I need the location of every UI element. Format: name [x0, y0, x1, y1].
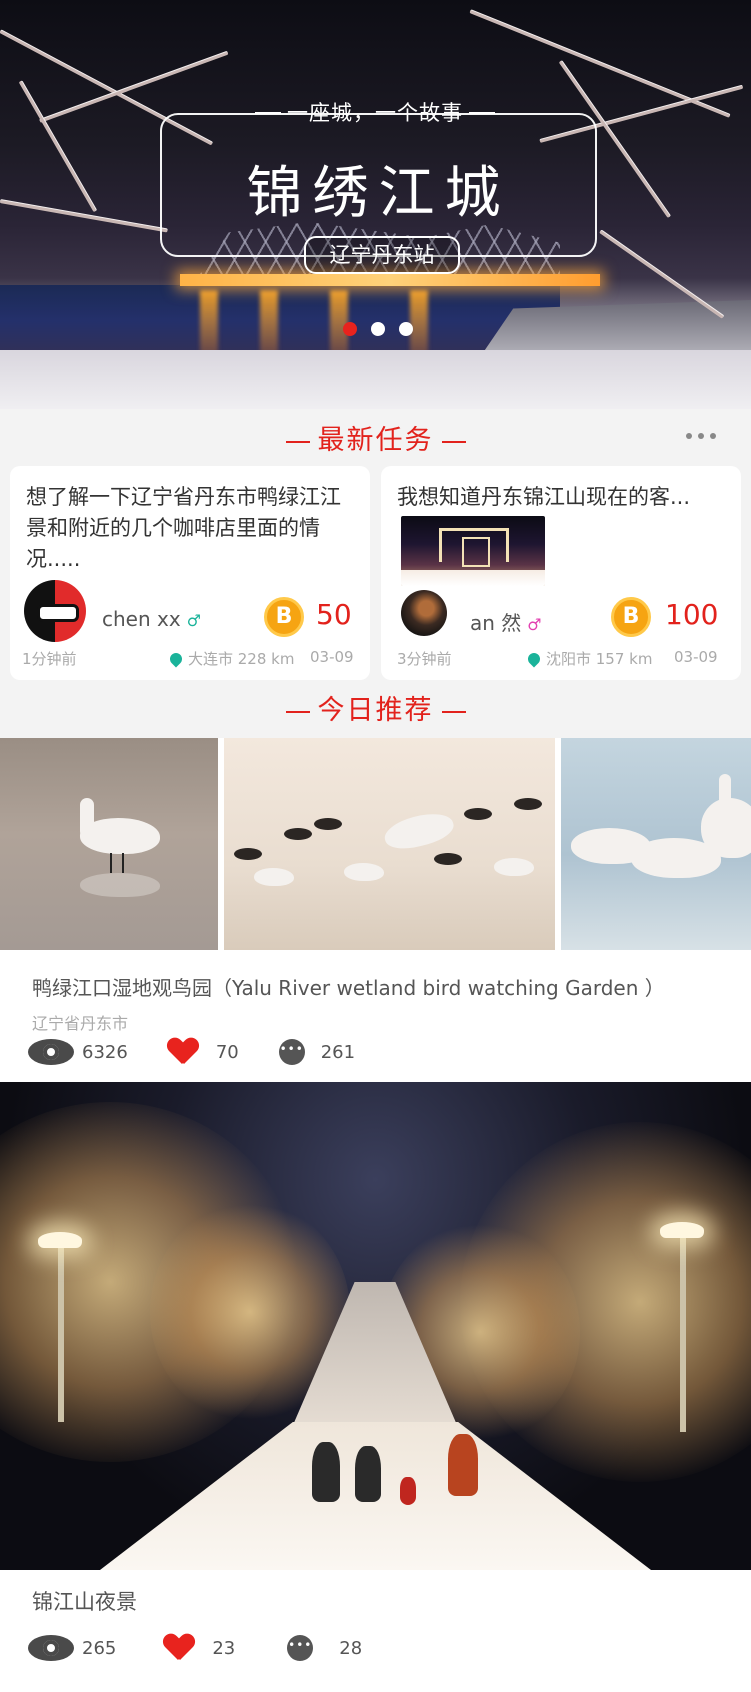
- coin-icon: B: [611, 597, 651, 637]
- task-reward: 100: [665, 598, 719, 631]
- eye-icon: [28, 1039, 74, 1065]
- gate-shape: [439, 528, 509, 567]
- section-title-tasks: 最新任务: [0, 418, 751, 457]
- snowy-branch: [0, 200, 168, 233]
- carousel-indicator: [343, 322, 413, 336]
- male-gender-icon: ♂: [186, 611, 202, 630]
- recommend-card[interactable]: 鸭绿江口湿地观鸟园（Yalu River wetland bird watchi…: [0, 738, 751, 1082]
- task-location: 大连市 228 km: [167, 648, 294, 669]
- bridge-deck: [180, 274, 600, 286]
- view-count: 6326: [82, 1041, 128, 1063]
- task-description: 想了解一下辽宁省丹东市鸭绿江江景和附近的几个咖啡店里面的情况.....: [26, 485, 341, 571]
- hero-banner[interactable]: 一座城，一个故事 锦绣江城 辽宁丹东站: [0, 0, 751, 409]
- task-card[interactable]: 我想知道丹东锦江山现在的客... an 然 ♂ B 100 3分钟前 沈阳市 15…: [381, 466, 741, 680]
- task-description: 我想知道丹东锦江山现在的客...: [397, 485, 691, 509]
- comment-count: 261: [320, 1041, 356, 1063]
- hero-tagline: 一座城，一个故事: [255, 97, 495, 129]
- like-count: 23: [212, 1637, 236, 1659]
- task-thumbnail[interactable]: [401, 516, 545, 586]
- heart-icon[interactable]: [164, 1634, 194, 1662]
- carousel-dot[interactable]: [399, 322, 413, 336]
- carousel-dot[interactable]: [371, 322, 385, 336]
- snow-bank: [0, 350, 751, 409]
- task-time: 3分钟前: [397, 650, 452, 668]
- comment-icon[interactable]: •••: [278, 1039, 305, 1065]
- location-pin-icon: [167, 650, 185, 668]
- like-count: 70: [215, 1041, 239, 1063]
- recommend-stats: 6326 70 ••• 261: [28, 1038, 395, 1066]
- comment-count: 28: [339, 1637, 363, 1659]
- task-card[interactable]: 想了解一下辽宁省丹东市鸭绿江江景和附近的几个咖啡店里面的情况..... chen…: [10, 466, 370, 680]
- carousel-dot[interactable]: [343, 322, 357, 336]
- eye-icon: [28, 1635, 74, 1661]
- snowy-branch: [18, 80, 97, 213]
- avatar[interactable]: [24, 580, 86, 642]
- recommend-photo[interactable]: [224, 738, 555, 950]
- gender-icon: ♂: [527, 615, 542, 634]
- view-count: 265: [82, 1637, 117, 1659]
- recommend-location: 辽宁省丹东市: [32, 1014, 129, 1033]
- more-icon[interactable]: [681, 426, 721, 446]
- task-reward: 50: [316, 598, 352, 631]
- task-location: 沈阳市 157 km: [525, 648, 652, 669]
- comment-icon[interactable]: •••: [287, 1635, 314, 1661]
- section-title-recommend: 今日推荐: [0, 688, 751, 727]
- recommend-photo[interactable]: [0, 738, 218, 950]
- recommend-stats: 265 23 ••• 28: [28, 1634, 402, 1662]
- coin-icon: B: [264, 597, 304, 637]
- hero-station-label: 辽宁丹东站: [304, 236, 460, 274]
- task-time: 1分钟前: [22, 650, 77, 668]
- recommend-title[interactable]: 鸭绿江口湿地观鸟园（Yalu River wetland bird watchi…: [32, 972, 732, 1001]
- location-pin-icon: [525, 650, 543, 668]
- task-username[interactable]: an 然 ♂: [470, 607, 542, 636]
- task-date: 03-09: [310, 648, 354, 666]
- recommend-card[interactable]: 锦江山夜景 265 23 ••• 28: [0, 1570, 751, 1692]
- avatar[interactable]: [401, 590, 447, 636]
- task-date: 03-09: [674, 648, 718, 666]
- recommend-photo[interactable]: [0, 1082, 751, 1570]
- hero-title: 锦绣江城: [246, 161, 511, 226]
- recommend-title[interactable]: 锦江山夜景: [32, 1586, 137, 1616]
- heart-icon[interactable]: [168, 1038, 198, 1066]
- recommend-photo[interactable]: [561, 738, 751, 950]
- task-username[interactable]: chen xx ♂: [102, 607, 201, 631]
